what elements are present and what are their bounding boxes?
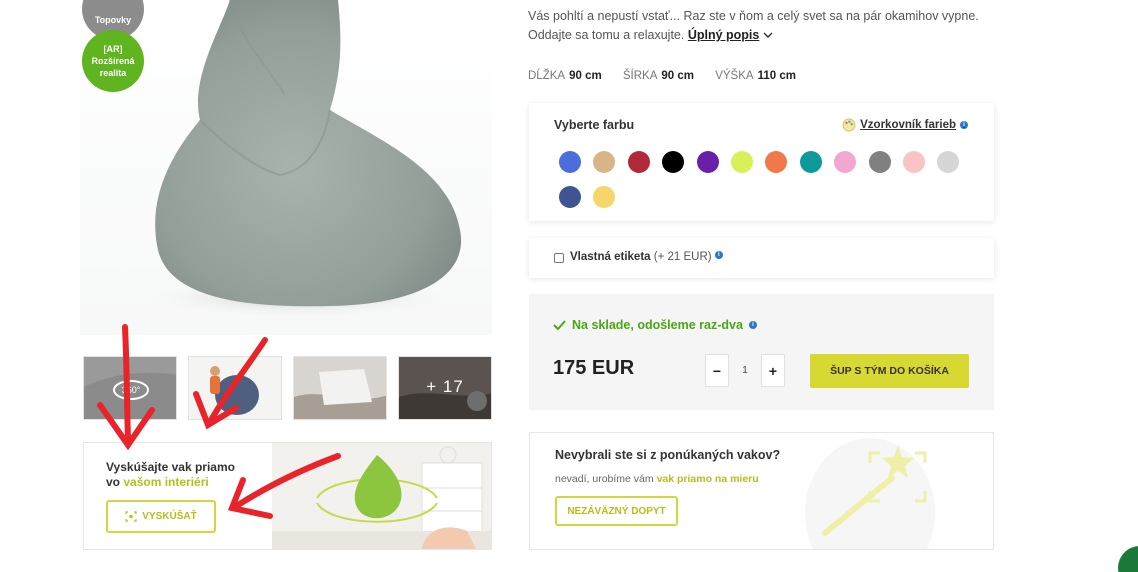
- color-swatch[interactable]: [834, 151, 857, 173]
- palette-icon: [842, 118, 856, 132]
- custom-label-checkbox[interactable]: [554, 253, 564, 263]
- color-swatch[interactable]: [937, 151, 960, 173]
- custom-label-option: Vlastná etiketa (+ 21 EUR) i: [529, 238, 994, 278]
- custom-order-subtitle: nevadí, urobíme vám vak priamo na mieru: [555, 473, 759, 485]
- stock-status: Na sklade, odošleme raz-dva i: [553, 318, 757, 332]
- ar-banner-line1: Vyskúšajte vak priamo: [106, 460, 235, 474]
- dim-height-label: VÝŠKA: [715, 70, 754, 82]
- custom-order-sub-highlight: vak priamo na mieru: [656, 473, 759, 485]
- ar-banner-highlight: vašom interiéri: [123, 475, 209, 489]
- thumb-360-view[interactable]: 360°: [83, 356, 177, 420]
- color-swatch[interactable]: [903, 151, 925, 173]
- ar-try-banner: Vyskúšajte vak priamo vo vašom interiéri…: [83, 442, 492, 550]
- add-to-cart-button[interactable]: ŠUP S TÝM DO KOŠÍKA: [810, 354, 969, 388]
- color-swatch[interactable]: [731, 151, 753, 173]
- custom-order-sub-prefix: nevadí, urobíme vám: [555, 473, 657, 485]
- color-swatch[interactable]: [593, 151, 616, 173]
- product-price: 175 EUR: [553, 357, 635, 379]
- thumb-more[interactable]: + 17: [398, 356, 492, 420]
- dim-width-label: ŠÍRKA: [622, 70, 658, 82]
- dim-length-label: DĹŽKA: [528, 70, 566, 82]
- try-ar-button-label: VYSKÚŠAŤ: [142, 511, 197, 522]
- dim-length-value: 90 cm: [569, 70, 602, 82]
- color-swatch[interactable]: [662, 151, 685, 173]
- quantity-stepper: − 1 +: [705, 354, 785, 387]
- color-swatch[interactable]: [799, 151, 822, 173]
- thumb-fabric[interactable]: [293, 356, 387, 420]
- color-swatch[interactable]: [696, 151, 719, 173]
- ar-scan-icon: [125, 511, 137, 522]
- ar-banner-text: Vyskúšajte vak priamo vo vašom interiéri: [106, 460, 235, 490]
- thumb-kid[interactable]: [188, 356, 282, 420]
- inquiry-button[interactable]: NEZÁVÄZNÝ DOPYT: [555, 496, 678, 526]
- stock-status-text: Na sklade, odošleme raz-dva: [572, 318, 743, 332]
- color-picker-card: Vyberte farbu Vzorkovník farieb i: [529, 103, 994, 221]
- color-swatch[interactable]: [868, 151, 891, 173]
- ar-banner-line2-prefix: vo: [106, 475, 124, 489]
- description-line1: Vás pohltí a nepustí vstať... Raz ste v …: [528, 9, 979, 23]
- color-swatch[interactable]: [627, 151, 650, 173]
- quantity-increase-button[interactable]: +: [761, 354, 785, 387]
- custom-label-text: Vlastná etiketa: [570, 251, 651, 263]
- product-dimensions: DĹŽKA 90 cm ŠÍRKA 90 cm VÝŠKA 110 cm: [528, 70, 814, 82]
- thumb-more-label: + 17: [426, 377, 464, 396]
- description-line2: Oddajte sa tomu a relaxujte.: [528, 28, 685, 42]
- info-icon[interactable]: i: [714, 251, 723, 259]
- 360-icon: 360°: [122, 385, 141, 395]
- color-samples-label: Vzorkovník farieb: [860, 119, 956, 131]
- buy-box: Na sklade, odošleme raz-dva i 175 EUR − …: [529, 294, 994, 410]
- dim-width-value: 90 cm: [661, 70, 695, 82]
- quantity-input[interactable]: 1: [729, 354, 761, 387]
- custom-label-price: (+ 21 EUR): [653, 251, 712, 263]
- chevron-down-icon[interactable]: [763, 32, 773, 39]
- badge-ar[interactable]: [AR] Rozšírená realita: [82, 30, 144, 92]
- info-icon[interactable]: i: [748, 321, 757, 329]
- check-icon: [553, 320, 566, 330]
- custom-order-card: Nevybrali ste si z ponúkaných vakov? nev…: [529, 432, 994, 550]
- magic-wand-icon: [805, 438, 935, 549]
- color-swatch[interactable]: [765, 151, 788, 173]
- color-samples-link[interactable]: Vzorkovník farieb i: [842, 118, 968, 132]
- product-description: Vás pohltí a nepustí vstať... Raz ste v …: [528, 7, 979, 45]
- color-swatch[interactable]: [593, 186, 616, 208]
- chat-widget-button[interactable]: [1118, 546, 1138, 572]
- ar-scene-illustration: [272, 443, 491, 549]
- color-swatch[interactable]: [559, 151, 581, 173]
- color-swatch[interactable]: [559, 186, 581, 208]
- quantity-decrease-button[interactable]: −: [705, 354, 729, 387]
- custom-order-title: Nevybrali ste si z ponúkaných vakov?: [555, 448, 781, 462]
- try-ar-button[interactable]: VYSKÚŠAŤ: [106, 500, 216, 533]
- dim-height-value: 110 cm: [757, 70, 796, 82]
- info-icon[interactable]: i: [960, 121, 968, 129]
- full-description-link[interactable]: Úplný popis: [688, 28, 760, 42]
- color-picker-title: Vyberte farbu: [554, 118, 635, 132]
